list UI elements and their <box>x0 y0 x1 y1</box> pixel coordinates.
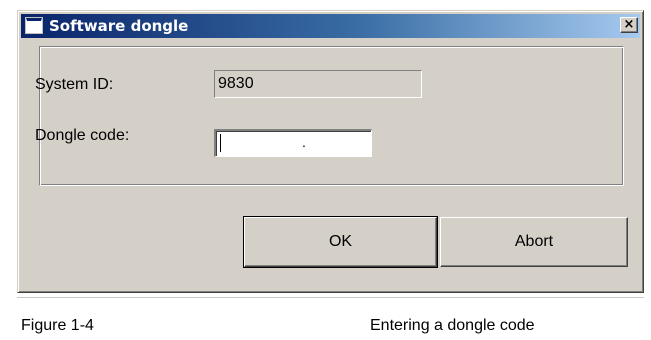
input-group-box <box>39 46 624 186</box>
dialog-title: Software dongle <box>49 17 189 35</box>
title-bar[interactable]: Software dongle × <box>21 14 640 38</box>
dongle-code-label: Dongle code: <box>35 127 130 144</box>
ok-button[interactable]: OK <box>243 216 438 268</box>
dongle-code-input[interactable]: . <box>214 129 372 157</box>
figure-number: Figure 1-4 <box>21 317 94 334</box>
abort-button[interactable]: Abort <box>440 217 628 267</box>
system-id-field: 9830 <box>214 70 422 98</box>
close-button[interactable]: × <box>620 17 638 33</box>
window-icon <box>26 18 42 33</box>
caption-divider <box>17 297 644 298</box>
dongle-code-value: . <box>302 134 306 150</box>
system-id-label: System ID: <box>35 76 114 93</box>
text-caret <box>220 134 221 152</box>
figure-caption: Entering a dongle code <box>370 317 535 334</box>
close-icon: × <box>623 17 635 32</box>
